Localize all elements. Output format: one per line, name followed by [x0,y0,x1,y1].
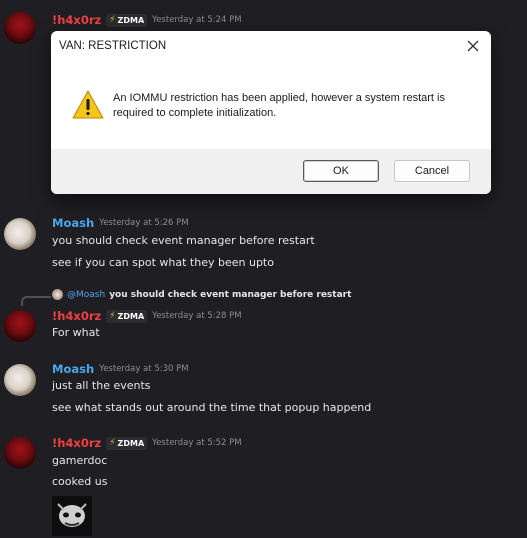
cancel-button[interactable]: Cancel [394,160,470,182]
username[interactable]: !h4x0rz [52,436,101,450]
close-icon[interactable] [463,36,483,56]
timestamp: Yesterday at 5:28 PM [152,311,242,321]
ok-button[interactable]: OK [303,160,379,182]
bolt-icon: ⚡ [109,311,116,321]
username[interactable]: Moash [52,216,94,230]
timestamp: Yesterday at 5:26 PM [99,218,189,228]
avatar[interactable] [4,364,36,396]
username[interactable]: Moash [52,362,94,376]
timestamp: Yesterday at 5:52 PM [152,438,242,448]
avatar[interactable] [4,12,36,44]
message-text: just all the events [52,379,151,392]
bolt-icon: ⚡ [109,15,116,25]
message-text: see if you can spot what they been upto [52,256,274,269]
reply-connector [21,296,51,306]
reply-avatar [52,289,63,300]
username[interactable]: !h4x0rz [52,13,101,27]
message-text: you should check event manager before re… [52,234,315,247]
server-tag[interactable]: ⚡ ZDMA [106,436,148,450]
timestamp: Yesterday at 5:30 PM [99,364,189,374]
avatar[interactable] [4,437,36,469]
timestamp: Yesterday at 5:24 PM [152,15,242,25]
message-text: For what [52,326,100,339]
avatar[interactable] [4,218,36,250]
image-attachment[interactable] [52,496,92,536]
message-text: gamerdoc [52,454,108,467]
username[interactable]: !h4x0rz [52,309,101,323]
message-text: see what stands out around the time that… [52,401,372,414]
dialog-footer: OK Cancel [51,149,491,194]
restriction-dialog: VAN: RESTRICTION An IOMMU restriction ha… [51,31,491,194]
message-text: cooked us [52,475,108,488]
server-tag[interactable]: ⚡ ZDMA [106,13,148,27]
dialog-title: VAN: RESTRICTION [59,40,167,52]
avatar[interactable] [4,310,36,342]
dialog-message: An IOMMU restriction has been applied, h… [113,92,445,119]
reply-mention[interactable]: @Moash [67,290,105,300]
warning-icon [71,89,105,121]
server-tag[interactable]: ⚡ ZDMA [106,309,148,323]
bolt-icon: ⚡ [109,438,116,448]
reply-text: you should check event manager before re… [109,289,352,300]
reply-preview[interactable]: @Moash you should check event manager be… [52,289,351,300]
